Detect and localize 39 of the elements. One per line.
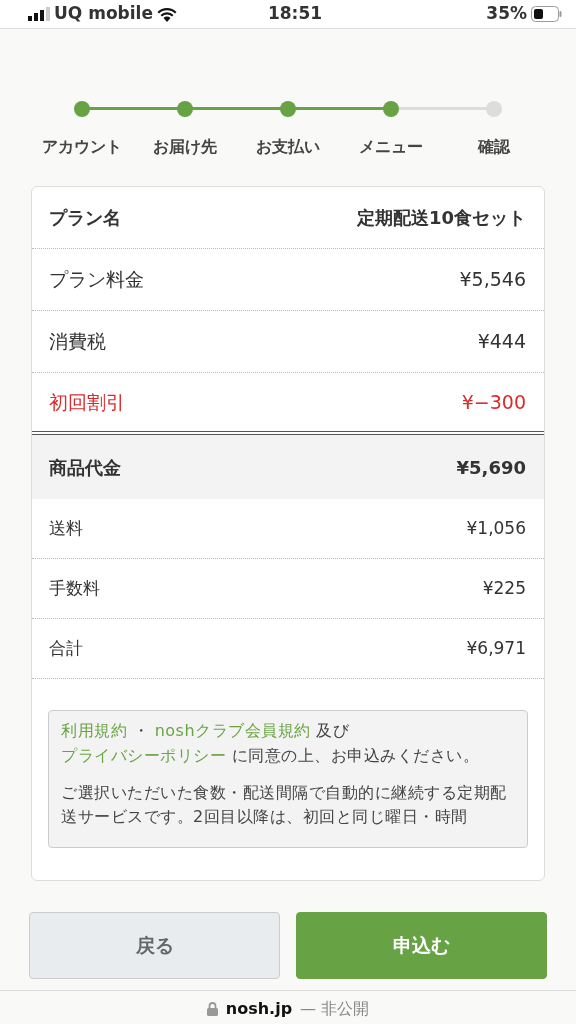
row-value: ¥5,690	[456, 455, 526, 480]
agreement-text: ・	[131, 721, 151, 740]
step-label: メニュー	[359, 136, 423, 158]
signal-icon	[28, 7, 50, 21]
lock-icon	[206, 1001, 218, 1016]
row-label: 消費税	[49, 329, 106, 355]
agreement-text: に同意の上、お申込みください。	[230, 745, 480, 765]
service-note: ご選択いただいた食数・配送間隔で自動的に継続する定期配送サービスです。2回目以降は、初回と同じ曜日・時間	[61, 781, 508, 829]
step-label: お届け先	[153, 136, 217, 158]
carrier-name: UQ mobile	[54, 2, 153, 26]
terms-link[interactable]: プライバシーポリシー	[61, 745, 226, 765]
row-value: ¥6,971	[466, 636, 526, 660]
row-label: 初回割引	[49, 389, 125, 415]
url-domain[interactable]: nosh.jp	[225, 996, 293, 1021]
row-label: 商品代金	[49, 455, 121, 480]
row-value: ¥1,056	[466, 516, 526, 540]
step-label: 確認	[478, 136, 510, 158]
row-label: プラン料金	[49, 267, 144, 293]
submit-button[interactable]: 申込む	[296, 912, 547, 979]
agreement-text: 及び	[315, 721, 350, 740]
row-label: 手数料	[49, 576, 100, 600]
row-label: プラン名	[49, 206, 121, 230]
wifi-icon	[156, 6, 177, 22]
battery-icon	[531, 6, 562, 22]
row-label: 合計	[49, 636, 83, 660]
row-value: 定期配送10食セット	[356, 206, 526, 230]
battery-percent: 35%	[486, 2, 527, 26]
row-value: ¥−300	[461, 389, 526, 415]
row-value: ¥225	[482, 576, 526, 600]
back-button[interactable]: 戻る	[29, 912, 280, 979]
terms-link[interactable]: noshクラブ会員規約	[154, 721, 311, 740]
privacy-note: — 非公開	[300, 997, 370, 1020]
step-label: お支払い	[256, 136, 320, 158]
step-label: アカウント	[42, 136, 122, 158]
row-label: 送料	[49, 516, 83, 540]
terms-link[interactable]: 利用規約	[61, 721, 127, 740]
row-value: ¥444	[477, 329, 526, 355]
clock-time: 18:51	[267, 3, 323, 24]
row-value: ¥5,546	[459, 267, 526, 293]
